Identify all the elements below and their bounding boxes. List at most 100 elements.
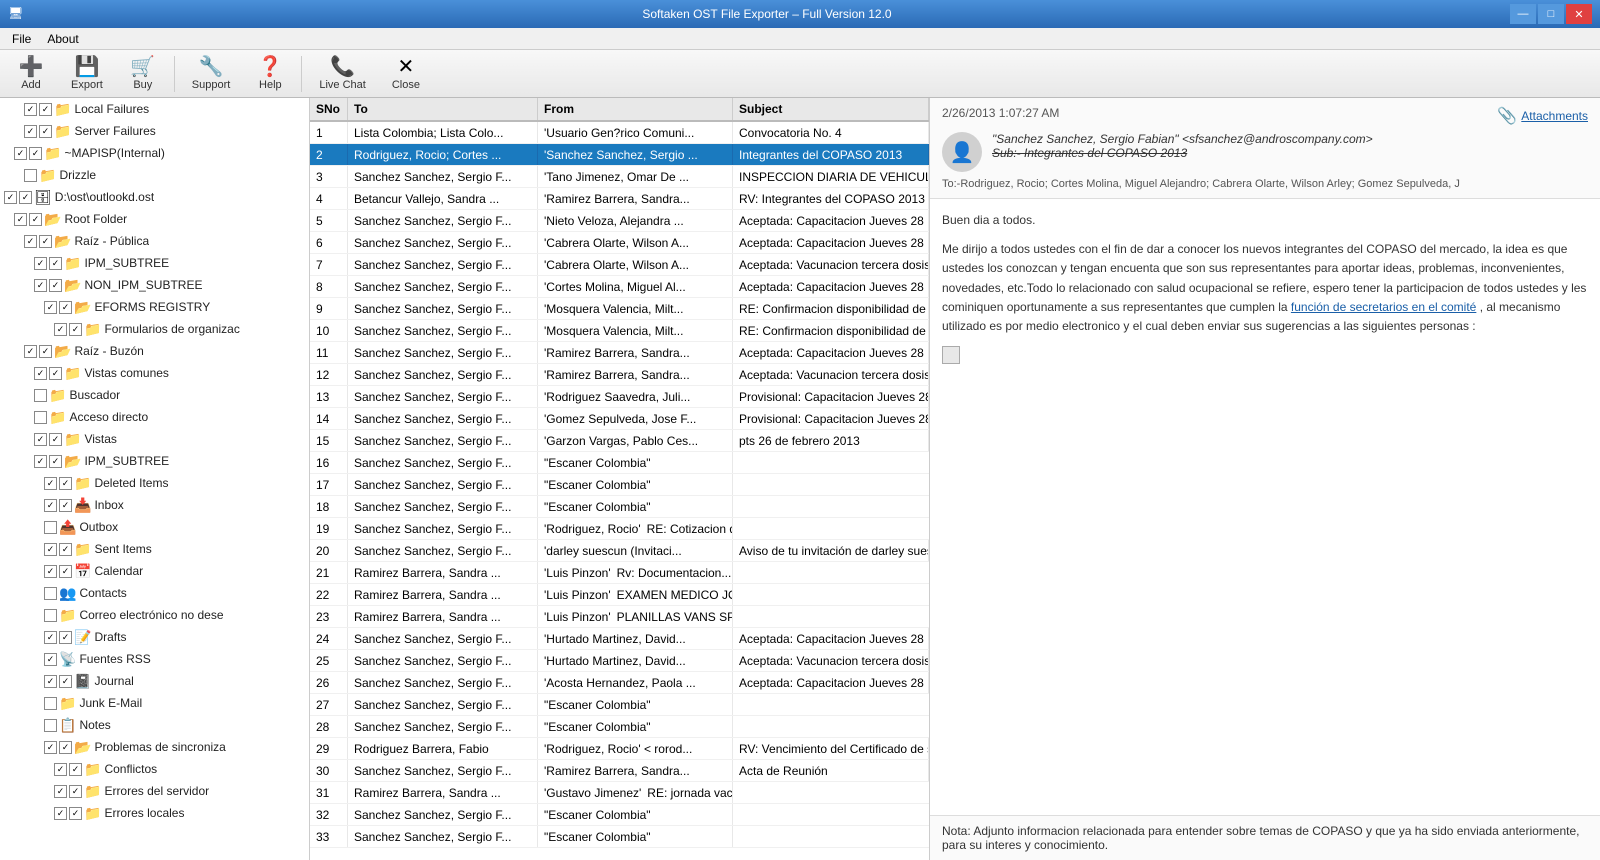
sidebar-item-inbox[interactable]: ✓ ✓ 📥 Inbox	[0, 494, 309, 516]
checkbox-errores-locales[interactable]: ✓	[54, 807, 67, 820]
email-row[interactable]: 14 Sanchez Sanchez, Sergio F... 'Gomez S…	[310, 408, 929, 430]
checkbox-raiz-publica[interactable]: ✓	[24, 235, 37, 248]
email-row[interactable]: 8 Sanchez Sanchez, Sergio F... 'Cortes M…	[310, 276, 929, 298]
sidebar-item-journal[interactable]: ✓ ✓ 📓 Journal	[0, 670, 309, 692]
email-row[interactable]: 33 Sanchez Sanchez, Sergio F... "Escaner…	[310, 826, 929, 848]
sidebar-item-sent-items[interactable]: ✓ ✓ 📁 Sent Items	[0, 538, 309, 560]
col-header-sno[interactable]: SNo	[310, 98, 348, 120]
email-row[interactable]: 31 Ramirez Barrera, Sandra ... 'Gustavo …	[310, 782, 929, 804]
attachments-link[interactable]: Attachments	[1521, 109, 1588, 123]
checkbox-sent-items[interactable]: ✓	[44, 543, 57, 556]
sidebar-item-server-failures[interactable]: ✓ ✓ 📁 Server Failures	[0, 120, 309, 142]
sidebar-item-conflictos[interactable]: ✓ ✓ 📁 Conflictos	[0, 758, 309, 780]
email-row[interactable]: 1 Lista Colombia; Lista Colo... 'Usuario…	[310, 122, 929, 144]
checkbox-raiz-buzon[interactable]: ✓	[24, 345, 37, 358]
sidebar-item-errores-servidor[interactable]: ✓ ✓ 📁 Errores del servidor	[0, 780, 309, 802]
checkbox-inbox[interactable]: ✓	[44, 499, 57, 512]
checkbox2-mapisp[interactable]: ✓	[29, 147, 42, 160]
checkbox-formularios[interactable]: ✓	[54, 323, 67, 336]
checkbox2-root-folder[interactable]: ✓	[29, 213, 42, 226]
email-row[interactable]: 26 Sanchez Sanchez, Sergio F... 'Acosta …	[310, 672, 929, 694]
checkbox2-errores-servidor[interactable]: ✓	[69, 785, 82, 798]
checkbox2-vistas-comunes[interactable]: ✓	[49, 367, 62, 380]
checkbox2-errores-locales[interactable]: ✓	[69, 807, 82, 820]
sidebar-item-mapisp[interactable]: ✓ ✓ 📁 ~MAPISP(Internal)	[0, 142, 309, 164]
checkbox2-deleted-items[interactable]: ✓	[59, 477, 72, 490]
checkbox2-local-failures[interactable]: ✓	[39, 103, 52, 116]
add-button[interactable]: ➕ Add	[6, 53, 56, 95]
checkbox2-ipm-subtree2[interactable]: ✓	[49, 455, 62, 468]
checkbox2-sent-items[interactable]: ✓	[59, 543, 72, 556]
menu-about[interactable]: About	[39, 30, 86, 48]
sidebar-item-errores-locales[interactable]: ✓ ✓ 📁 Errores locales	[0, 802, 309, 824]
email-row[interactable]: 17 Sanchez Sanchez, Sergio F... "Escaner…	[310, 474, 929, 496]
email-row[interactable]: 25 Sanchez Sanchez, Sergio F... 'Hurtado…	[310, 650, 929, 672]
checkbox-eforms-registry[interactable]: ✓	[44, 301, 57, 314]
checkbox-fuentes-rss[interactable]: ✓	[44, 653, 57, 666]
checkbox2-conflictos[interactable]: ✓	[69, 763, 82, 776]
checkbox-vistas[interactable]: ✓	[34, 433, 47, 446]
checkbox2-journal[interactable]: ✓	[59, 675, 72, 688]
checkbox-local-failures[interactable]: ✓	[24, 103, 37, 116]
email-row[interactable]: 11 Sanchez Sanchez, Sergio F... 'Ramirez…	[310, 342, 929, 364]
checkbox-vistas-comunes[interactable]: ✓	[34, 367, 47, 380]
sidebar-item-eforms-registry[interactable]: ✓ ✓ 📂 EFORMS REGISTRY	[0, 296, 309, 318]
email-row[interactable]: 10 Sanchez Sanchez, Sergio F... 'Mosquer…	[310, 320, 929, 342]
email-row[interactable]: 21 Ramirez Barrera, Sandra ... 'Luis Pin…	[310, 562, 929, 584]
checkbox-ipm-subtree2[interactable]: ✓	[34, 455, 47, 468]
checkbox-ipm-subtree[interactable]: ✓	[34, 257, 47, 270]
email-row[interactable]: 24 Sanchez Sanchez, Sergio F... 'Hurtado…	[310, 628, 929, 650]
email-row[interactable]: 4 Betancur Vallejo, Sandra ... 'Ramirez …	[310, 188, 929, 210]
sidebar-item-drafts[interactable]: ✓ ✓ 📝 Drafts	[0, 626, 309, 648]
checkbox-outbox[interactable]	[44, 521, 57, 534]
email-row[interactable]: 6 Sanchez Sanchez, Sergio F... 'Cabrera …	[310, 232, 929, 254]
sidebar-item-ipm-subtree[interactable]: ✓ ✓ 📁 IPM_SUBTREE	[0, 252, 309, 274]
email-row[interactable]: 19 Sanchez Sanchez, Sergio F... 'Rodrigu…	[310, 518, 929, 540]
sidebar-item-deleted-items[interactable]: ✓ ✓ 📁 Deleted Items	[0, 472, 309, 494]
preview-body[interactable]: Buen dia a todos. Me dirijo a todos uste…	[930, 199, 1600, 815]
sidebar-item-ipm-subtree2[interactable]: ✓ ✓ 📂 IPM_SUBTREE	[0, 450, 309, 472]
menu-file[interactable]: File	[4, 30, 39, 48]
sidebar-item-correo[interactable]: 📁 Correo electrónico no dese	[0, 604, 309, 626]
email-row[interactable]: 22 Ramirez Barrera, Sandra ... 'Luis Pin…	[310, 584, 929, 606]
email-row[interactable]: 3 Sanchez Sanchez, Sergio F... 'Tano Jim…	[310, 166, 929, 188]
email-row[interactable]: 15 Sanchez Sanchez, Sergio F... 'Garzon …	[310, 430, 929, 452]
sidebar-item-junk-email[interactable]: 📁 Junk E-Mail	[0, 692, 309, 714]
email-row[interactable]: 27 Sanchez Sanchez, Sergio F... "Escaner…	[310, 694, 929, 716]
checkbox-non-ipm-subtree[interactable]: ✓	[34, 279, 47, 292]
checkbox2-calendar[interactable]: ✓	[59, 565, 72, 578]
sidebar-item-vistas-comunes[interactable]: ✓ ✓ 📁 Vistas comunes	[0, 362, 309, 384]
maximize-button[interactable]: □	[1538, 4, 1564, 24]
help-button[interactable]: ❓ Help	[245, 53, 295, 95]
checkbox2-non-ipm-subtree[interactable]: ✓	[49, 279, 62, 292]
sidebar-item-root-folder[interactable]: ✓ ✓ 📂 Root Folder	[0, 208, 309, 230]
sidebar-item-calendar[interactable]: ✓ ✓ 📅 Calendar	[0, 560, 309, 582]
col-header-to[interactable]: To	[348, 98, 538, 120]
email-row[interactable]: 7 Sanchez Sanchez, Sergio F... 'Cabrera …	[310, 254, 929, 276]
email-row[interactable]: 2 Rodriguez, Rocio; Cortes ... 'Sanchez …	[310, 144, 929, 166]
email-row[interactable]: 32 Sanchez Sanchez, Sergio F... "Escaner…	[310, 804, 929, 826]
checkbox-dost[interactable]: ✓	[4, 191, 17, 204]
col-header-subject[interactable]: Subject	[733, 98, 929, 120]
checkbox-drizzle[interactable]	[24, 169, 37, 182]
sidebar-item-buscador[interactable]: 📁 Buscador	[0, 384, 309, 406]
email-rows[interactable]: 1 Lista Colombia; Lista Colo... 'Usuario…	[310, 122, 929, 860]
sidebar-item-local-failures[interactable]: ✓ ✓ 📁 Local Failures	[0, 98, 309, 120]
checkbox2-formularios[interactable]: ✓	[69, 323, 82, 336]
support-button[interactable]: 🔧 Support	[181, 53, 242, 95]
checkbox2-raiz-publica[interactable]: ✓	[39, 235, 52, 248]
checkbox-journal[interactable]: ✓	[44, 675, 57, 688]
email-row[interactable]: 13 Sanchez Sanchez, Sergio F... 'Rodrigu…	[310, 386, 929, 408]
checkbox-conflictos[interactable]: ✓	[54, 763, 67, 776]
checkbox2-server-failures[interactable]: ✓	[39, 125, 52, 138]
sidebar-item-non-ipm-subtree[interactable]: ✓ ✓ 📂 NON_IPM_SUBTREE	[0, 274, 309, 296]
export-button[interactable]: 💾 Export	[60, 53, 114, 95]
sidebar[interactable]: ✓ ✓ 📁 Local Failures ✓ ✓ 📁 Server Failur…	[0, 98, 310, 860]
email-row[interactable]: 9 Sanchez Sanchez, Sergio F... 'Mosquera…	[310, 298, 929, 320]
sidebar-item-drizzle[interactable]: 📁 Drizzle	[0, 164, 309, 186]
checkbox-root-folder[interactable]: ✓	[14, 213, 27, 226]
checkbox-buscador[interactable]	[34, 389, 47, 402]
checkbox-errores-servidor[interactable]: ✓	[54, 785, 67, 798]
checkbox2-dost[interactable]: ✓	[19, 191, 32, 204]
email-row[interactable]: 16 Sanchez Sanchez, Sergio F... "Escaner…	[310, 452, 929, 474]
